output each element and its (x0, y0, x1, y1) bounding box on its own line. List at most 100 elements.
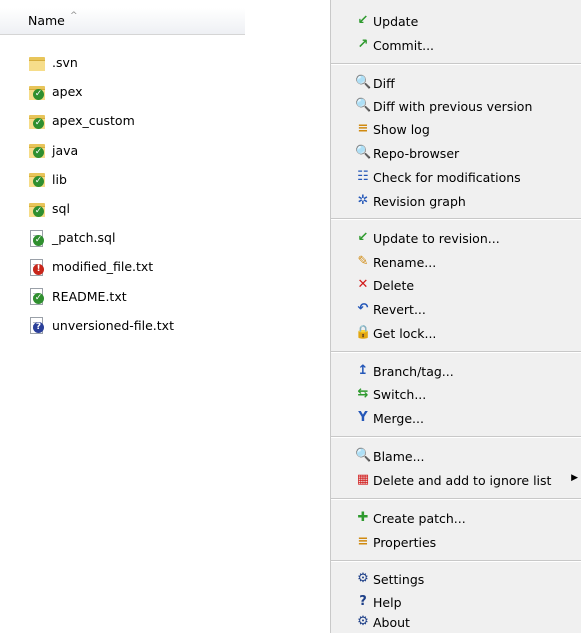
revision-graph-icon: ✲ (357, 193, 369, 208)
menu-item-label: Show log (373, 121, 430, 137)
repo-browser-icon: 🔍 (355, 145, 372, 160)
name-column-header[interactable]: Name ^ (0, 8, 245, 35)
menu-item-about[interactable]: ⚙ About (331, 611, 581, 633)
modified-file-icon: ! (28, 258, 46, 276)
file-row-sql[interactable]: ✓ sql (28, 194, 174, 223)
versioned-folder-icon: ✓ (28, 141, 46, 159)
file-row-modified-file[interactable]: ! modified_file.txt (28, 252, 174, 281)
diff-icon: 🔍 (355, 75, 372, 90)
menu-item-diff-previous[interactable]: 🔍 Diff with previous version (331, 95, 581, 117)
versioned-folder-icon: ✓ (28, 83, 46, 101)
file-row-readme[interactable]: ✓ README.txt (28, 282, 174, 311)
menu-item-label: Diff (373, 75, 395, 91)
branch-icon: ↥ (357, 363, 369, 378)
menu-separator (331, 218, 581, 220)
menu-item-properties[interactable]: ≡ Properties (331, 531, 581, 553)
file-list: .svn ✓ apex ✓ apex_custom ✓ java ✓ lib ✓… (28, 48, 174, 340)
menu-item-label: About (373, 614, 410, 630)
properties-icon: ≡ (357, 534, 369, 549)
menu-item-branch-tag[interactable]: ↥ Branch/tag... (331, 360, 581, 382)
file-row-lib[interactable]: ✓ lib (28, 165, 174, 194)
menu-item-revision-graph[interactable]: ✲ Revision graph (331, 190, 581, 212)
menu-item-label: Update to revision... (373, 230, 500, 246)
plain-folder-icon (28, 54, 46, 72)
file-row-apex-custom[interactable]: ✓ apex_custom (28, 106, 174, 135)
menu-item-label: Repo-browser (373, 145, 460, 161)
ignore-icon: ▦ (356, 472, 370, 487)
menu-item-repo-browser[interactable]: 🔍 Repo-browser (331, 142, 581, 164)
file-explorer: Name ^ .svn ✓ apex ✓ apex_custom ✓ java … (0, 0, 245, 633)
menu-item-label: Create patch... (373, 510, 466, 526)
name-column-label: Name (28, 13, 65, 28)
blame-icon: 🔍 (355, 448, 372, 463)
menu-item-label: Merge... (373, 410, 424, 426)
rename-icon: ✎ (357, 254, 369, 269)
menu-item-label: Delete and add to ignore list (373, 472, 552, 488)
menu-item-settings[interactable]: ⚙ Settings (331, 568, 581, 590)
tortoisesvn-context-menu: ↙ Update ↗ Commit... 🔍 Diff 🔍 Diff with … (330, 0, 581, 633)
menu-item-rename[interactable]: ✎ Rename... (331, 251, 581, 273)
menu-item-blame[interactable]: 🔍 Blame... (331, 445, 581, 467)
switch-icon: ⇆ (357, 386, 369, 401)
menu-item-label: Branch/tag... (373, 363, 454, 379)
sort-ascending-icon: ^ (70, 11, 78, 21)
file-name: _patch.sql (52, 230, 116, 246)
file-name: README.txt (52, 288, 127, 304)
help-icon: ? (359, 594, 367, 609)
menu-item-get-lock[interactable]: 🔒 Get lock... (331, 322, 581, 344)
file-row-apex[interactable]: ✓ apex (28, 77, 174, 106)
menu-item-label: Revert... (373, 301, 426, 317)
menu-item-check-modifications[interactable]: ☷ Check for modifications (331, 166, 581, 188)
versioned-folder-icon: ✓ (28, 170, 46, 188)
update-revision-icon: ↙ (357, 230, 369, 245)
menu-item-label: Help (373, 594, 402, 610)
file-row-patch-sql[interactable]: ✓ _patch.sql (28, 223, 174, 252)
file-name: apex_custom (52, 113, 135, 129)
menu-item-label: Check for modifications (373, 169, 521, 185)
file-name: java (52, 142, 79, 158)
file-row-java[interactable]: ✓ java (28, 136, 174, 165)
menu-item-switch[interactable]: ⇆ Switch... (331, 383, 581, 405)
menu-item-commit[interactable]: ↗ Commit... (331, 34, 581, 56)
commit-icon: ↗ (357, 37, 369, 52)
file-name: unversioned-file.txt (52, 317, 174, 333)
versioned-file-icon: ✓ (28, 287, 46, 306)
menu-separator (331, 498, 581, 500)
menu-item-label: Delete (373, 277, 415, 293)
settings-icon: ⚙ (357, 571, 369, 586)
menu-item-diff[interactable]: 🔍 Diff (331, 72, 581, 94)
menu-item-update-to-revision[interactable]: ↙ Update to revision... (331, 227, 581, 249)
menu-item-label: Revision graph (373, 193, 466, 209)
file-name: sql (52, 201, 70, 217)
menu-separator (331, 560, 581, 562)
menu-item-delete-ignore[interactable]: ▦ Delete and add to ignore list ▶ (331, 469, 581, 491)
revert-icon: ↶ (357, 301, 369, 316)
file-name: apex (52, 84, 83, 100)
delete-icon: ✕ (357, 277, 369, 292)
menu-item-label: Get lock... (373, 325, 437, 341)
lock-icon: 🔒 (355, 325, 372, 340)
menu-separator (331, 63, 581, 65)
menu-item-show-log[interactable]: ≡ Show log (331, 118, 581, 140)
file-name: modified_file.txt (52, 259, 154, 275)
menu-item-label: Blame... (373, 448, 425, 464)
about-icon: ⚙ (357, 614, 369, 629)
file-row-svn[interactable]: .svn (28, 48, 174, 77)
menu-item-update[interactable]: ↙ Update (331, 10, 581, 32)
merge-icon: Y (358, 410, 368, 425)
unversioned-file-icon: ? (28, 316, 46, 335)
patch-icon: ✚ (357, 510, 369, 525)
file-name: .svn (52, 55, 78, 71)
versioned-folder-icon: ✓ (28, 112, 46, 130)
menu-item-label: Settings (373, 571, 425, 587)
menu-item-create-patch[interactable]: ✚ Create patch... (331, 507, 581, 529)
menu-item-label: Rename... (373, 254, 437, 270)
menu-item-delete[interactable]: ✕ Delete (331, 274, 581, 296)
diff-previous-icon: 🔍 (355, 98, 372, 113)
menu-item-label: Switch... (373, 386, 427, 402)
file-row-unversioned-file[interactable]: ? unversioned-file.txt (28, 311, 174, 340)
menu-item-help[interactable]: ? Help (331, 591, 581, 613)
menu-item-label: Diff with previous version (373, 98, 533, 114)
menu-item-merge[interactable]: Y Merge... (331, 407, 581, 429)
menu-item-revert[interactable]: ↶ Revert... (331, 298, 581, 320)
